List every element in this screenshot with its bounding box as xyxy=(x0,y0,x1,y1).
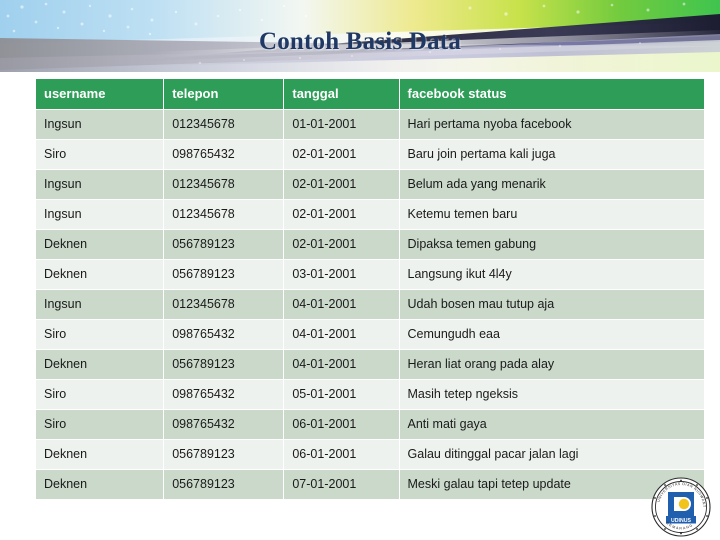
page-title: Contoh Basis Data xyxy=(258,28,462,55)
cell-facebook-status: Ketemu temen baru xyxy=(399,200,704,229)
cell-telepon: 056789123 xyxy=(164,470,284,499)
cell-telepon: 012345678 xyxy=(164,170,284,199)
column-header-tanggal: tanggal xyxy=(284,79,399,109)
cell-username: Ingsun xyxy=(36,110,164,139)
slide-root: Contoh Basis Data username telepon tangg… xyxy=(0,0,720,540)
cell-tanggal: 04-01-2001 xyxy=(284,350,399,379)
cell-tanggal: 02-01-2001 xyxy=(284,140,399,169)
table-body: Ingsun 012345678 01-01-2001 Hari pertama ny… xyxy=(36,110,704,499)
cell-facebook-status: Dipaksa temen gabung xyxy=(399,230,704,259)
cell-telepon: 056789123 xyxy=(164,260,284,289)
cell-telepon: 012345678 xyxy=(164,110,284,139)
cell-facebook-status: Heran liat orang pada alay xyxy=(399,350,704,379)
cell-username: Siro xyxy=(36,320,164,349)
column-header-facebook-status: facebook status xyxy=(399,79,704,109)
cell-tanggal: 02-01-2001 xyxy=(284,170,399,199)
cell-tanggal: 06-01-2001 xyxy=(284,440,399,469)
cell-telepon: 056789123 xyxy=(164,440,284,469)
cell-facebook-status: Galau ditinggal pacar jalan lagi xyxy=(399,440,704,469)
cell-telepon: 056789123 xyxy=(164,230,284,259)
cell-tanggal: 03-01-2001 xyxy=(284,260,399,289)
cell-username: Deknen xyxy=(36,230,164,259)
cell-facebook-status: Hari pertama nyoba facebook xyxy=(399,110,704,139)
cell-facebook-status: Cemungudh eaa xyxy=(399,320,704,349)
column-header-telepon: telepon xyxy=(164,79,284,109)
cell-username: Deknen xyxy=(36,440,164,469)
table-row: Siro 098765432 05-01-2001 Masih tetep ngeks… xyxy=(36,380,704,409)
table-row: Deknen 056789123 04-01-2001 Heran liat oran… xyxy=(36,350,704,379)
table-header-row: username telepon tanggal facebook status xyxy=(36,79,704,109)
table-row: Deknen 056789123 06-01-2001 Galau ditinggal… xyxy=(36,440,704,469)
cell-username: Ingsun xyxy=(36,290,164,319)
cell-username: Deknen xyxy=(36,350,164,379)
cell-telepon: 098765432 xyxy=(164,380,284,409)
cell-username: Ingsun xyxy=(36,200,164,229)
cell-telepon: 056789123 xyxy=(164,350,284,379)
cell-telepon: 098765432 xyxy=(164,320,284,349)
table-row: Siro 098765432 06-01-2001 Anti mati gaya xyxy=(36,410,704,439)
table-row: Ingsun 012345678 01-01-2001 Hari pertama ny… xyxy=(36,110,704,139)
table-row: Siro 098765432 04-01-2001 Cemungudh eaa xyxy=(36,320,704,349)
cell-username: Deknen xyxy=(36,470,164,499)
cell-telepon: 012345678 xyxy=(164,200,284,229)
column-header-username: username xyxy=(36,79,164,109)
udinus-logo-icon: UDINUS UNIVERSITAS DIAN NUSWANTORO SEMAR… xyxy=(648,473,711,537)
cell-tanggal: 07-01-2001 xyxy=(284,470,399,499)
cell-tanggal: 04-01-2001 xyxy=(284,320,399,349)
table-row: Ingsun 012345678 02-01-2001 Belum ada yang … xyxy=(36,170,704,199)
table-row: Ingsun 012345678 02-01-2001 Ketemu temen ba… xyxy=(36,200,704,229)
table-row: Ingsun 012345678 04-01-2001 Udah bosen mau … xyxy=(36,290,704,319)
cell-facebook-status: Langsung ikut 4l4y xyxy=(399,260,704,289)
cell-username: Siro xyxy=(36,140,164,169)
cell-tanggal: 04-01-2001 xyxy=(284,290,399,319)
cell-facebook-status: Belum ada yang menarik xyxy=(399,170,704,199)
table-row: Siro 098765432 02-01-2001 Baru join pertama… xyxy=(36,140,704,169)
cell-facebook-status: Anti mati gaya xyxy=(399,410,704,439)
udinus-logo: UDINUS UNIVERSITAS DIAN NUSWANTORO SEMAR… xyxy=(648,473,712,538)
cell-telepon: 012345678 xyxy=(164,290,284,319)
cell-username: Siro xyxy=(36,410,164,439)
cell-tanggal: 02-01-2001 xyxy=(284,230,399,259)
database-table: username telepon tanggal facebook status… xyxy=(35,78,705,500)
table-row: Deknen 056789123 02-01-2001 Dipaksa temen g… xyxy=(36,230,704,259)
cell-username: Siro xyxy=(36,380,164,409)
table-row: Deknen 056789123 07-01-2001 Meski galau tap… xyxy=(36,470,704,499)
table-header: username telepon tanggal facebook status xyxy=(36,79,704,109)
cell-facebook-status: Baru join pertama kali juga xyxy=(399,140,704,169)
cell-tanggal: 05-01-2001 xyxy=(284,380,399,409)
cell-facebook-status: Udah bosen mau tutup aja xyxy=(399,290,704,319)
cell-username: Deknen xyxy=(36,260,164,289)
table-row: Deknen 056789123 03-01-2001 Langsung ikut 4… xyxy=(36,260,704,289)
cell-telepon: 098765432 xyxy=(164,140,284,169)
cell-facebook-status: Masih tetep ngeksis xyxy=(399,380,704,409)
cell-tanggal: 01-01-2001 xyxy=(284,110,399,139)
database-table-container: username telepon tanggal facebook status… xyxy=(35,78,705,500)
cell-tanggal: 02-01-2001 xyxy=(284,200,399,229)
cell-username: Ingsun xyxy=(36,170,164,199)
cell-telepon: 098765432 xyxy=(164,410,284,439)
logo-center-text: UDINUS xyxy=(671,518,691,524)
cell-tanggal: 06-01-2001 xyxy=(284,410,399,439)
